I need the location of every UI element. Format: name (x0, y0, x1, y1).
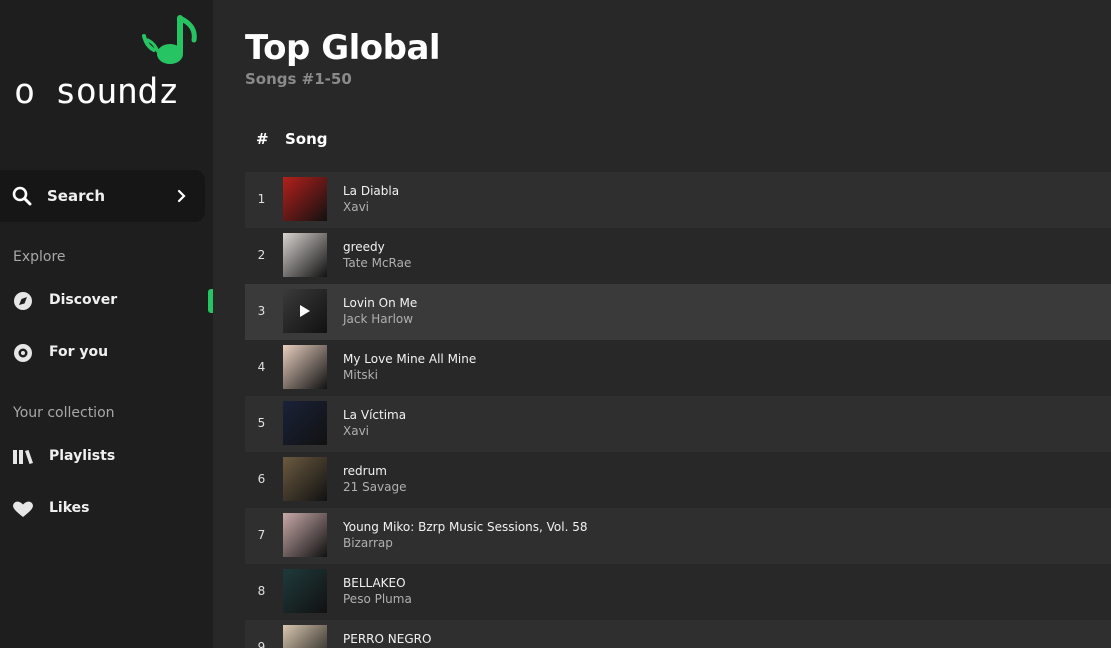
search-button[interactable]: Search (0, 170, 205, 222)
section-title-explore: Explore (13, 249, 66, 265)
song-artist[interactable]: Mitski (343, 368, 378, 382)
sidebar-item-likes[interactable]: Likes (0, 489, 213, 529)
song-row[interactable]: 3 Lovin On Me Jack Harlow (245, 284, 1111, 340)
song-rank: 4 (257, 360, 266, 374)
music-note-icon (142, 15, 197, 64)
song-rank: 1 (257, 192, 266, 206)
song-row[interactable]: 6 redrum 21 Savage (245, 452, 1111, 508)
song-rank: 7 (257, 528, 266, 542)
section-title-collection: Your collection (13, 405, 115, 421)
sidebar-item-discover[interactable]: Discover (0, 281, 213, 321)
search-icon (12, 186, 32, 206)
sidebar-item-playlists[interactable]: Playlists (0, 437, 213, 477)
sidebar-item-label: Playlists (49, 448, 116, 464)
song-title[interactable]: La Víctima (343, 408, 406, 422)
song-title[interactable]: La Diabla (343, 184, 399, 198)
song-title[interactable]: PERRO NEGRO (343, 632, 431, 646)
song-title[interactable]: BELLAKEO (343, 576, 406, 590)
song-rank: 2 (257, 248, 266, 262)
song-row[interactable]: 2 greedy Tate McRae (245, 228, 1111, 284)
song-title[interactable]: redrum (343, 464, 387, 478)
column-header-number: # (256, 130, 269, 148)
song-rank: 8 (257, 584, 266, 598)
chevron-right-icon (177, 189, 186, 203)
song-artist[interactable]: Tate McRae (343, 256, 411, 270)
song-row[interactable]: 4 My Love Mine All Mine Mitski (245, 340, 1111, 396)
song-rank: 6 (257, 472, 266, 486)
album-art[interactable] (283, 177, 327, 221)
song-artist[interactable]: Peso Pluma (343, 592, 412, 606)
song-row[interactable]: 1 La Diabla Xavi (245, 172, 1111, 228)
album-art[interactable] (283, 289, 327, 333)
song-rank: 5 (257, 416, 266, 430)
album-art[interactable] (283, 401, 327, 445)
album-art[interactable] (283, 457, 327, 501)
song-artist[interactable]: Bizarrap (343, 536, 393, 550)
sidebar-item-label: Likes (49, 500, 90, 516)
sidebar: o soundz Search Explore Discover For you… (0, 0, 213, 648)
sidebar-item-for-you[interactable]: For you (0, 333, 213, 373)
play-icon[interactable] (299, 304, 311, 318)
album-art[interactable] (283, 233, 327, 277)
song-row[interactable]: 7 Young Miko: Bzrp Music Sessions, Vol. 5… (245, 508, 1111, 564)
search-label: Search (47, 187, 106, 205)
song-title[interactable]: My Love Mine All Mine (343, 352, 476, 366)
song-rank: 3 (257, 304, 266, 318)
sidebar-item-label: For you (49, 344, 109, 360)
heart-icon (13, 501, 33, 517)
song-artist[interactable]: Jack Harlow (343, 312, 413, 326)
song-title[interactable]: Lovin On Me (343, 296, 417, 310)
main-content: Top Global Songs #1-50 # Song 1 La Diabla… (213, 0, 1111, 648)
app-name: o soundz (14, 72, 179, 112)
song-artist[interactable]: Xavi (343, 424, 369, 438)
album-art[interactable] (283, 513, 327, 557)
song-list: 1 La Diabla Xavi 2 greedy Tate McRae 3 Lovin On… (245, 172, 1111, 648)
song-rank: 9 (257, 640, 266, 648)
album-art[interactable] (283, 569, 327, 613)
song-title[interactable]: greedy (343, 240, 385, 254)
song-row[interactable]: 9 PERRO NEGRO (245, 620, 1111, 648)
song-row[interactable]: 8 BELLAKEO Peso Pluma (245, 564, 1111, 620)
app-logo[interactable]: o soundz (12, 14, 197, 114)
album-art[interactable] (283, 345, 327, 389)
song-row[interactable]: 5 La Víctima Xavi (245, 396, 1111, 452)
column-header-song: Song (285, 130, 328, 148)
library-icon (13, 450, 33, 464)
compass-icon (14, 292, 32, 310)
song-artist[interactable]: Xavi (343, 200, 369, 214)
song-title[interactable]: Young Miko: Bzrp Music Sessions, Vol. 58 (343, 520, 588, 534)
page-title: Top Global (245, 28, 441, 68)
page-subtitle: Songs #1-50 (245, 70, 352, 88)
album-art[interactable] (283, 625, 327, 648)
song-artist[interactable]: 21 Savage (343, 480, 407, 494)
sidebar-item-label: Discover (49, 292, 118, 308)
disc-icon (14, 344, 32, 362)
